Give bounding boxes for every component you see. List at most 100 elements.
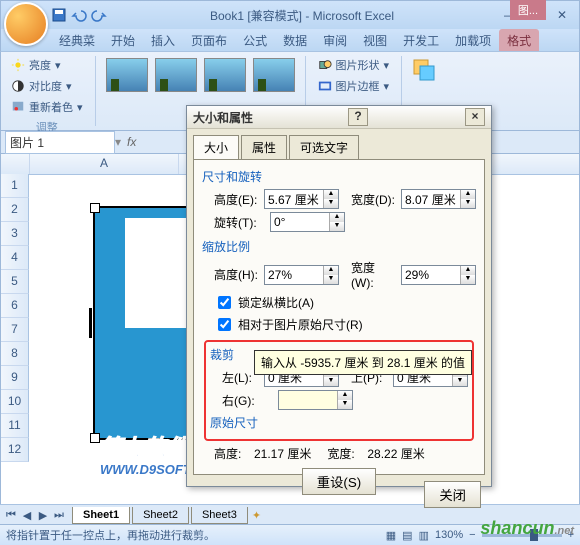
zoom-in-icon[interactable]: + <box>568 529 574 541</box>
spin-up-icon[interactable]: ▲ <box>461 266 475 275</box>
spin-down-icon[interactable]: ▼ <box>324 377 338 386</box>
undo-icon[interactable] <box>71 7 87 23</box>
crop-right-input[interactable] <box>279 391 337 409</box>
row-12[interactable]: 12 <box>1 438 29 462</box>
close-button[interactable]: ✕ <box>549 6 575 24</box>
picture-shape-button[interactable]: 图片形状 ▾ <box>314 56 394 74</box>
spin-down-icon[interactable]: ▼ <box>324 275 338 284</box>
resize-handle[interactable] <box>90 433 100 443</box>
scale-w-spinner[interactable]: ▲▼ <box>401 265 476 285</box>
picture-border-button[interactable]: 图片边框 ▾ <box>314 77 394 95</box>
row-10[interactable]: 10 <box>1 390 29 414</box>
select-all[interactable] <box>1 154 30 174</box>
tab-addins[interactable]: 加载项 <box>447 29 499 51</box>
tab-formula[interactable]: 公式 <box>235 29 275 51</box>
zoom-value[interactable]: 130% <box>435 529 463 541</box>
crop-handle[interactable] <box>89 308 102 338</box>
rotate-input[interactable] <box>271 213 329 231</box>
next-sheet-icon[interactable]: ▶ <box>36 509 50 522</box>
zoom-slider[interactable] <box>482 534 562 537</box>
spin-up-icon[interactable]: ▲ <box>324 190 338 199</box>
context-tab: 图... <box>510 0 546 20</box>
spin-down-icon[interactable]: ▼ <box>338 400 352 409</box>
tab-home[interactable]: 开始 <box>103 29 143 51</box>
contrast-button[interactable]: 对比度 ▾ <box>7 77 87 95</box>
scale-w-input[interactable] <box>402 266 460 284</box>
spin-down-icon[interactable]: ▼ <box>324 199 338 208</box>
tab-properties[interactable]: 属性 <box>241 135 287 159</box>
help-button[interactable]: ? <box>348 108 368 126</box>
tab-insert[interactable]: 插入 <box>143 29 183 51</box>
row-8[interactable]: 8 <box>1 342 29 366</box>
sheet-tab-1[interactable]: Sheet1 <box>72 507 130 524</box>
row-7[interactable]: 7 <box>1 318 29 342</box>
row-3[interactable]: 3 <box>1 222 29 246</box>
row-9[interactable]: 9 <box>1 366 29 390</box>
tab-alttext[interactable]: 可选文字 <box>289 135 359 159</box>
spin-up-icon[interactable]: ▲ <box>324 266 338 275</box>
namebox-dropdown-icon[interactable]: ▾ <box>115 135 121 149</box>
style-thumb[interactable] <box>253 58 295 92</box>
scale-h-spinner[interactable]: ▲▼ <box>264 265 339 285</box>
spin-down-icon[interactable]: ▼ <box>453 377 467 386</box>
reset-button[interactable]: 重设(S) <box>302 468 376 495</box>
row-11[interactable]: 11 <box>1 414 29 438</box>
col-a[interactable]: A <box>30 154 179 174</box>
tab-layout[interactable]: 页面布 <box>183 29 235 51</box>
label-width-w: 宽度(W): <box>351 259 397 290</box>
row-5[interactable]: 5 <box>1 270 29 294</box>
prev-sheet-icon[interactable]: ◀ <box>20 509 34 522</box>
quick-access-toolbar <box>51 7 107 23</box>
tab-data[interactable]: 数据 <box>275 29 315 51</box>
width-input[interactable] <box>402 190 460 208</box>
tab-size[interactable]: 大小 <box>193 135 239 159</box>
rotate-spinner[interactable]: ▲▼ <box>270 212 345 232</box>
close-button[interactable]: 关闭 <box>424 481 481 508</box>
spin-down-icon[interactable]: ▼ <box>461 275 475 284</box>
row-2[interactable]: 2 <box>1 198 29 222</box>
first-sheet-icon[interactable]: ⏮ <box>4 509 18 522</box>
view-break-icon[interactable]: ▥ <box>419 529 429 542</box>
spin-up-icon[interactable]: ▲ <box>338 391 352 400</box>
height-input[interactable] <box>265 190 323 208</box>
view-layout-icon[interactable]: ▤ <box>402 529 412 542</box>
row-1[interactable]: 1 <box>1 174 29 198</box>
row-6[interactable]: 6 <box>1 294 29 318</box>
height-spinner[interactable]: ▲▼ <box>264 189 339 209</box>
row-4[interactable]: 4 <box>1 246 29 270</box>
brightness-button[interactable]: 亮度 ▾ <box>7 56 87 74</box>
scale-h-input[interactable] <box>265 266 323 284</box>
last-sheet-icon[interactable]: ⏭ <box>52 509 66 522</box>
sheet-tab-2[interactable]: Sheet2 <box>132 507 189 524</box>
spin-up-icon[interactable]: ▲ <box>330 213 344 222</box>
resize-handle[interactable] <box>90 203 100 213</box>
dialog-close-button[interactable]: × <box>465 108 485 126</box>
save-icon[interactable] <box>51 7 67 23</box>
arrange-icon[interactable] <box>410 56 438 84</box>
spin-up-icon[interactable]: ▲ <box>461 190 475 199</box>
tab-dev[interactable]: 开发工 <box>395 29 447 51</box>
spin-down-icon[interactable]: ▼ <box>330 222 344 231</box>
label-rotate: 旋转(T): <box>214 214 266 231</box>
dialog-titlebar[interactable]: 大小和属性 ? × <box>187 106 491 129</box>
style-thumb[interactable] <box>106 58 148 92</box>
tab-classic[interactable]: 经典菜 <box>51 29 103 51</box>
dialog-tabs: 大小 属性 可选文字 <box>193 135 485 159</box>
view-normal-icon[interactable]: ▦ <box>386 529 396 542</box>
redo-icon[interactable] <box>91 7 107 23</box>
office-button[interactable] <box>4 2 48 46</box>
name-box[interactable]: 图片 1 <box>5 131 115 154</box>
relative-orig-checkbox[interactable] <box>218 318 231 331</box>
tab-format[interactable]: 格式 <box>499 29 539 51</box>
style-thumb[interactable] <box>155 58 197 92</box>
fx-icon[interactable]: fx <box>127 135 136 149</box>
spin-down-icon[interactable]: ▼ <box>461 199 475 208</box>
tab-view[interactable]: 视图 <box>355 29 395 51</box>
width-spinner[interactable]: ▲▼ <box>401 189 476 209</box>
recolor-button[interactable]: 重新着色 ▾ <box>7 98 87 116</box>
crop-right-spinner[interactable]: ▲▼ <box>278 390 353 410</box>
lock-ratio-checkbox[interactable] <box>218 296 231 309</box>
style-thumb[interactable] <box>204 58 246 92</box>
zoom-out-icon[interactable]: − <box>469 529 475 541</box>
tab-review[interactable]: 审阅 <box>315 29 355 51</box>
